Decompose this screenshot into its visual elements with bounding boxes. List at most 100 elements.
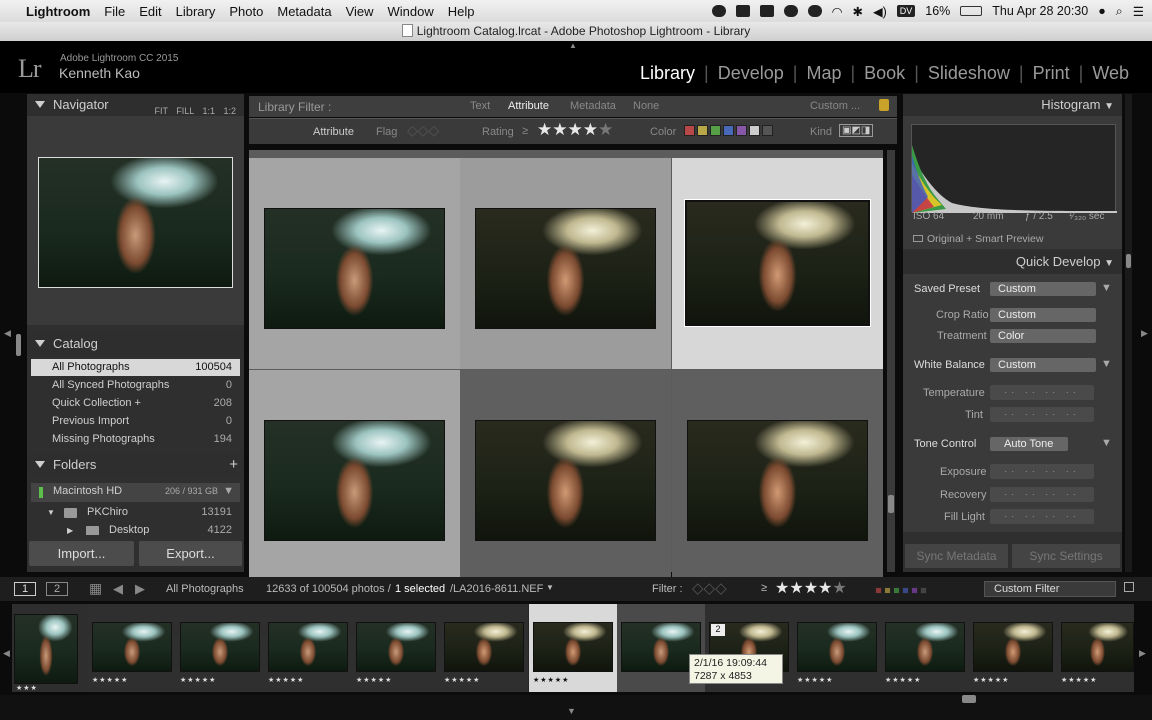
main-window-button[interactable]: 1	[14, 582, 36, 596]
folder-row[interactable]: ▶ Desktop 4122	[31, 522, 240, 535]
collapse-triangle-icon[interactable]: ▼	[1101, 282, 1112, 294]
color-yellow-swatch[interactable]	[697, 125, 708, 136]
battery-icon[interactable]	[960, 6, 983, 16]
folders-header[interactable]: Folders +	[27, 454, 244, 476]
module-web[interactable]: Web	[1083, 63, 1138, 84]
module-book[interactable]: Book	[855, 63, 914, 84]
menu-view[interactable]: View	[346, 4, 374, 19]
filmstrip-cell-selected[interactable]: ★★★★★	[529, 604, 617, 692]
module-library[interactable]: Library	[631, 63, 704, 84]
rating-operator[interactable]: ≥	[522, 125, 528, 137]
right-panel-toggle-icon[interactable]: ▶	[1141, 328, 1148, 339]
color-blue-swatch[interactable]	[723, 125, 734, 136]
folder-row[interactable]: ▼ PKChiro 13191	[31, 504, 240, 521]
grid-cell-selected[interactable]	[672, 158, 883, 369]
catalog-row[interactable]: Quick Collection + 208	[31, 395, 240, 412]
filmstrip-cell[interactable]: ★★★★★	[440, 604, 528, 692]
crop-ratio-dropdown[interactable]: Custom	[990, 308, 1096, 322]
module-print[interactable]: Print	[1024, 63, 1079, 84]
rating-operator[interactable]: ≥	[761, 582, 767, 594]
saved-preset-dropdown[interactable]: Custom	[990, 282, 1096, 296]
color-purple-swatch[interactable]	[911, 587, 918, 594]
menu-metadata[interactable]: Metadata	[277, 4, 331, 19]
photo-thumbnail[interactable]	[684, 199, 871, 327]
menu-photo[interactable]: Photo	[229, 4, 263, 19]
filmstrip-cell[interactable]: ★★★★★	[1057, 604, 1134, 692]
color-none-swatch[interactable]	[920, 587, 927, 594]
auto-tone-button[interactable]: Auto Tone	[990, 437, 1068, 451]
grid-view-icon[interactable]: ▦	[89, 580, 102, 597]
flag-filter-icons[interactable]: ◇◇◇	[692, 579, 727, 597]
module-slideshow[interactable]: Slideshow	[919, 63, 1019, 84]
selected-filename[interactable]: /LA2016-8611.NEF	[450, 583, 543, 595]
filmstrip-thumbnail[interactable]	[533, 622, 613, 672]
filter-tab-text[interactable]: Text	[470, 100, 490, 112]
dropbox-icon[interactable]	[759, 5, 774, 17]
menu-app[interactable]: Lightroom	[26, 4, 90, 19]
tint-stepper[interactable]: ·· ·· ·· ··	[990, 407, 1094, 422]
navigator-header[interactable]: Navigator FIT FILL 1:1 1:2	[27, 94, 244, 116]
volume-row[interactable]: Macintosh HD 206 / 931 GB ▼	[31, 483, 240, 502]
filmstrip-thumbnail[interactable]	[885, 622, 965, 672]
notification-center-icon[interactable]: ☰	[1133, 4, 1144, 19]
photo-thumbnail[interactable]	[687, 420, 868, 541]
back-arrow-icon[interactable]: ◀	[113, 581, 123, 597]
filmstrip-color-filters[interactable]	[875, 584, 929, 596]
custom-filter-dropdown[interactable]: Custom Filter	[984, 581, 1116, 597]
collapse-triangle-icon[interactable]: ▼	[1101, 437, 1112, 449]
filmstrip-cell[interactable]: ★★★★★	[969, 604, 1057, 692]
collapse-triangle-icon[interactable]: ▼	[1101, 358, 1112, 370]
expand-triangle-icon[interactable]: ▼	[47, 504, 55, 521]
menu-help[interactable]: Help	[448, 4, 475, 19]
add-folder-icon[interactable]: +	[229, 454, 238, 476]
fill-light-stepper[interactable]: ·· ·· ·· ··	[990, 509, 1094, 524]
lock-icon[interactable]	[879, 99, 889, 111]
filmstrip-thumbnail[interactable]	[92, 622, 172, 672]
grid-cell[interactable]	[460, 158, 671, 369]
color-purple-swatch[interactable]	[736, 125, 747, 136]
user-icon[interactable]: ●	[1098, 4, 1106, 18]
grid-scrollbar[interactable]	[887, 150, 895, 572]
menu-window[interactable]: Window	[388, 4, 434, 19]
filmstrip-thumbnail[interactable]	[356, 622, 436, 672]
photo-thumbnail[interactable]	[475, 420, 656, 541]
flag-filter-icons[interactable]: ◇◇◇	[407, 122, 439, 139]
right-scroll-thumb[interactable]	[1126, 254, 1131, 268]
second-window-button[interactable]: 2	[46, 582, 68, 596]
display-icon[interactable]	[807, 5, 822, 17]
filmstrip-scroll-thumb[interactable]	[962, 695, 976, 703]
photo-thumbnail[interactable]	[475, 208, 656, 329]
catalog-row[interactable]: Missing Photographs 194	[31, 431, 240, 448]
volume-dropdown-icon[interactable]: ▼	[223, 483, 234, 500]
histogram-graph[interactable]	[911, 124, 1117, 213]
color-blue-swatch[interactable]	[902, 587, 909, 594]
catalog-row[interactable]: Previous Import 0	[31, 413, 240, 430]
color-label-filters[interactable]	[684, 125, 775, 138]
menu-file[interactable]: File	[104, 4, 125, 19]
grid-cell[interactable]	[249, 370, 460, 581]
left-panel-toggle-icon[interactable]: ◀	[4, 328, 11, 339]
filmstrip-toggle-icon[interactable]: ▼	[567, 706, 576, 716]
photo-thumbnail[interactable]	[264, 420, 445, 541]
temperature-stepper[interactable]: ·· ·· ·· ··	[990, 385, 1094, 400]
filmstrip-thumbnail[interactable]	[444, 622, 524, 672]
stack-badge[interactable]: 2	[711, 624, 725, 636]
filmstrip-thumbnail[interactable]	[268, 622, 348, 672]
filmstrip-cell[interactable]: ★★★★★	[881, 604, 969, 692]
bluetooth-icon[interactable]: ✱	[852, 4, 862, 19]
filmstrip-thumbnail[interactable]	[14, 614, 78, 684]
grid-cell[interactable]	[672, 370, 883, 581]
filmstrip-cell[interactable]: ★★★	[12, 604, 100, 692]
color-green-swatch[interactable]	[893, 587, 900, 594]
filmstrip-cell[interactable]: ★★★★★	[88, 604, 176, 692]
menu-edit[interactable]: Edit	[139, 4, 161, 19]
forward-arrow-icon[interactable]: ▶	[135, 581, 145, 597]
white-balance-dropdown[interactable]: Custom	[990, 358, 1096, 372]
catalog-row[interactable]: All Photographs 100504	[31, 359, 240, 376]
filmstrip-thumbnail[interactable]	[180, 622, 260, 672]
export-button[interactable]: Export...	[139, 541, 242, 566]
filmstrip-cell[interactable]: ★★★★★	[793, 604, 881, 692]
left-panel-scroll-thumb[interactable]	[16, 334, 21, 356]
module-map[interactable]: Map	[797, 63, 850, 84]
color-red-swatch[interactable]	[684, 125, 695, 136]
